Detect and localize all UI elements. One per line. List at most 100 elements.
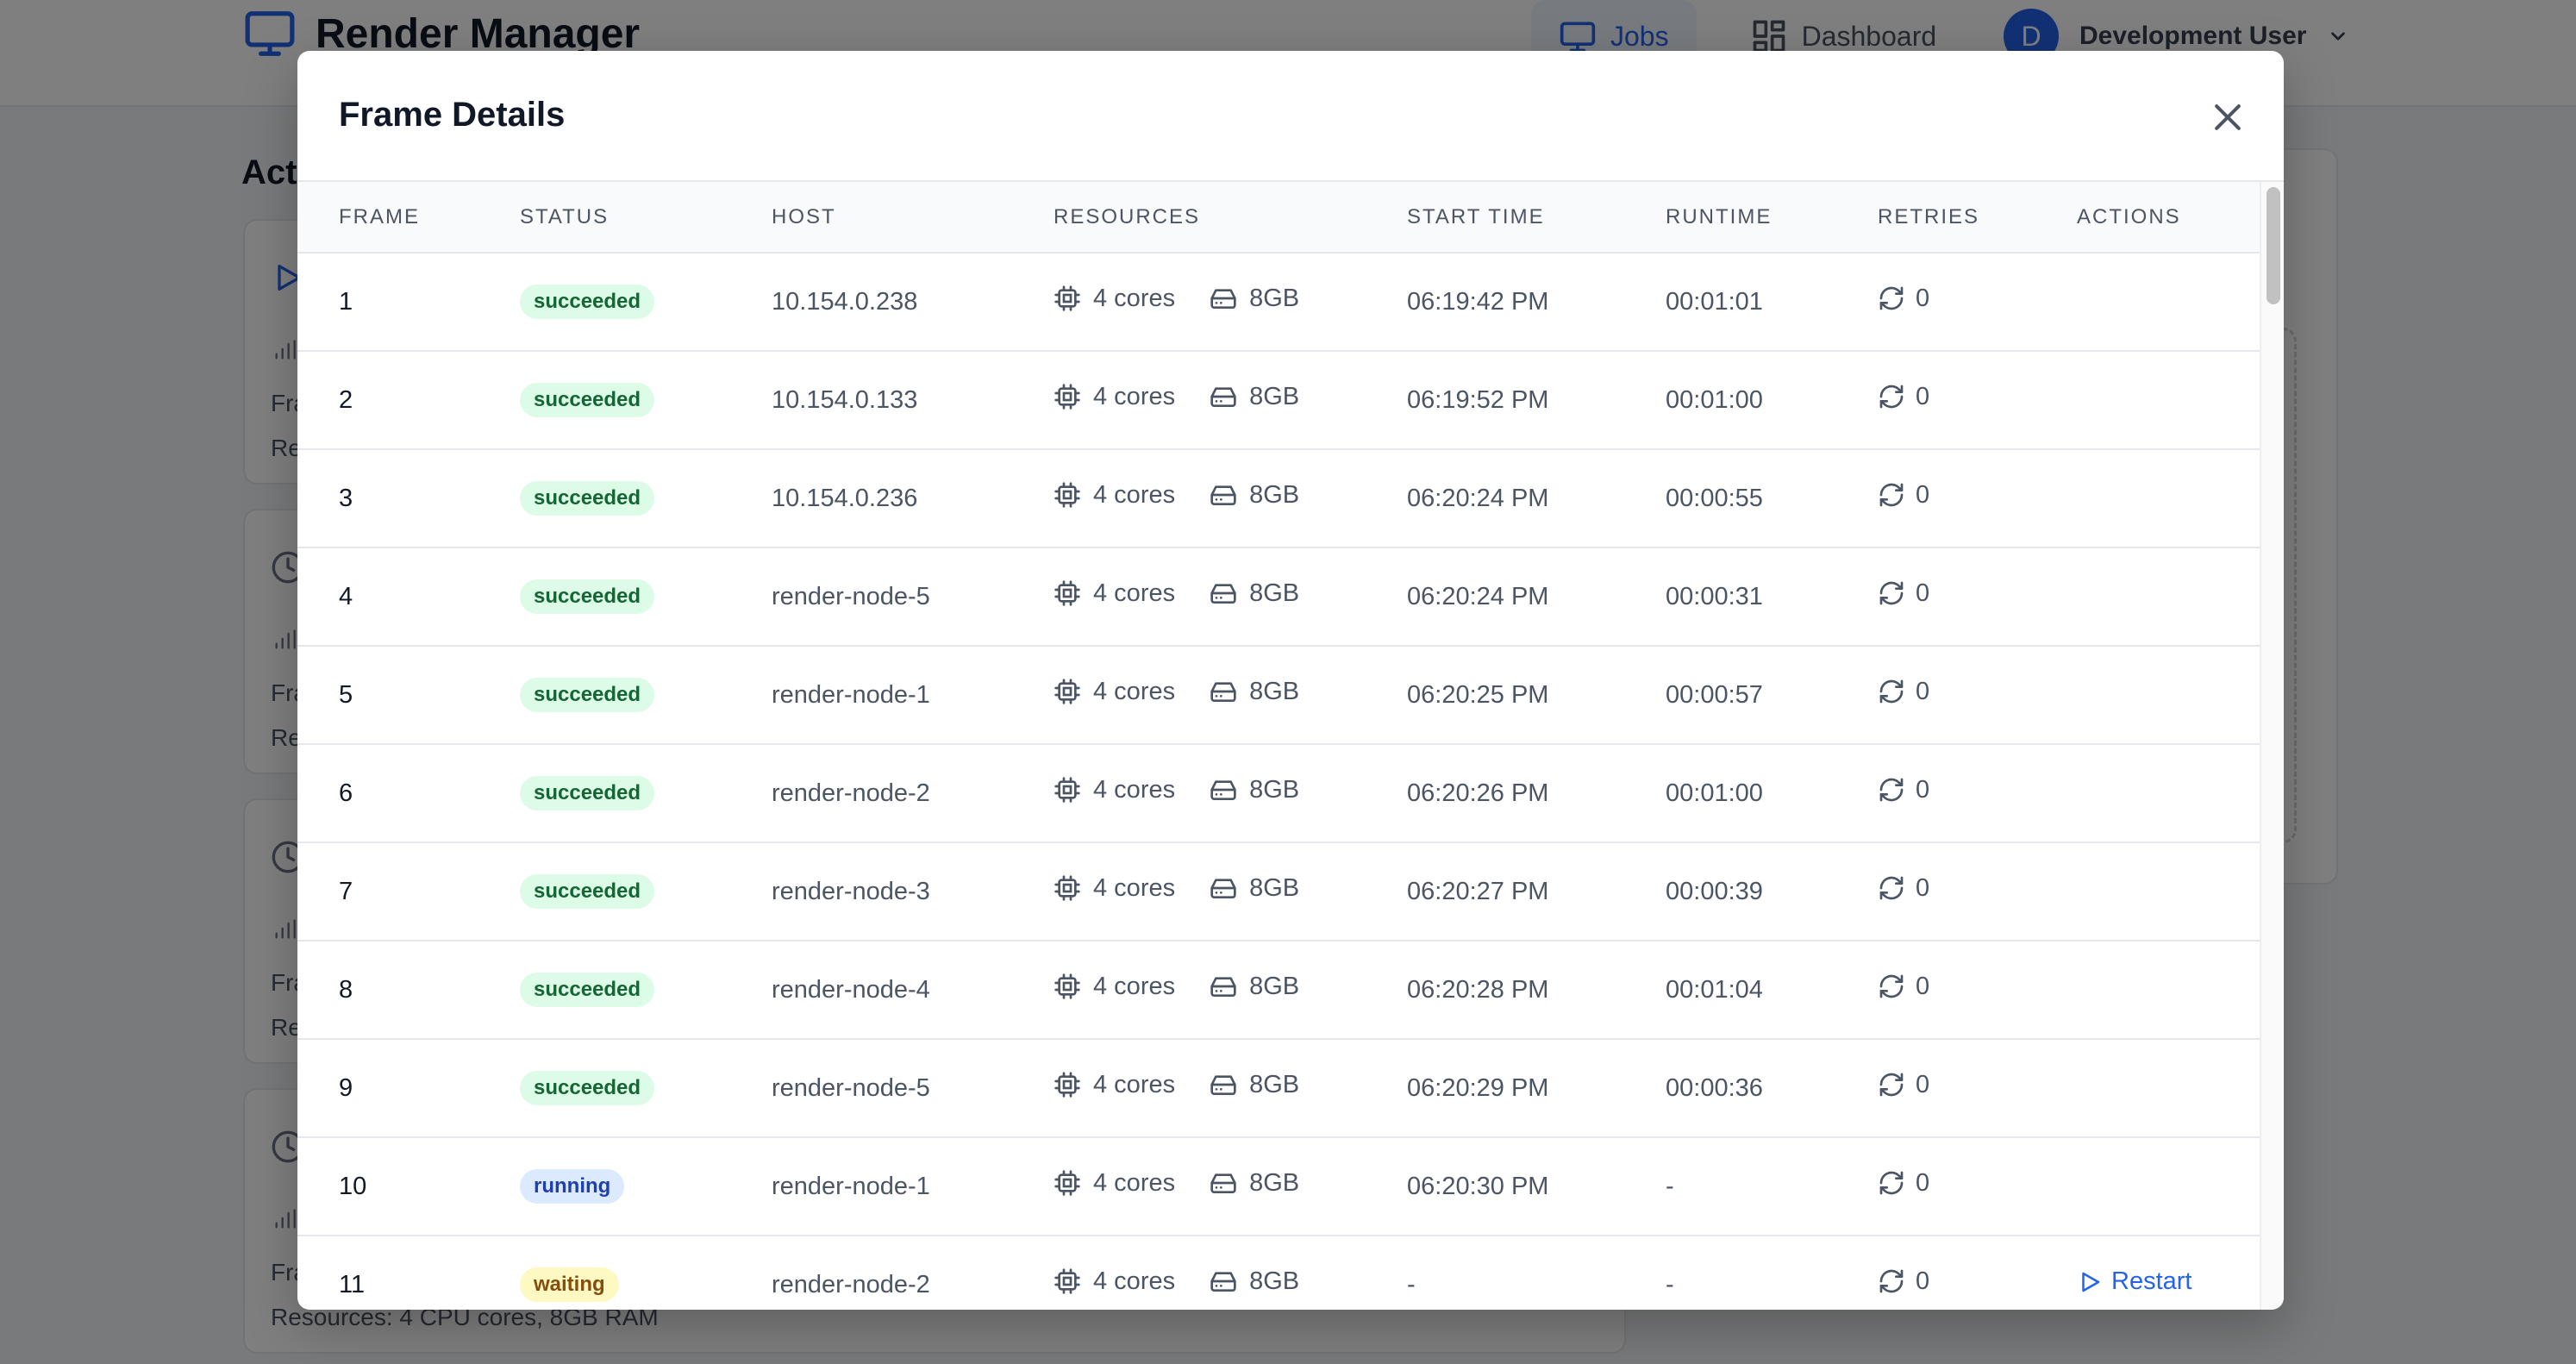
cpu-icon (1054, 384, 1080, 410)
retries: 0 (1878, 744, 2077, 842)
host: 10.154.0.133 (772, 385, 918, 414)
refresh-icon (1879, 385, 1904, 409)
status-badge: succeeded (520, 678, 655, 712)
start-time: 06:20:29 PM (1407, 1073, 1549, 1102)
close-button[interactable] (2204, 94, 2251, 141)
retry-count: 0 (1916, 480, 1930, 509)
column-header: HOST (772, 182, 1054, 253)
column-header: START TIME (1407, 182, 1666, 253)
cpu-cores: 4 cores (1093, 972, 1176, 1000)
status-badge: succeeded (520, 1071, 655, 1105)
retry-count: 0 (1916, 972, 1930, 1000)
retry-count: 0 (1916, 873, 1930, 902)
retry-count: 0 (1916, 382, 1930, 410)
status-cell: succeeded (520, 547, 772, 646)
status-badge: succeeded (520, 285, 655, 319)
start-time: 06:20:24 PM (1407, 484, 1549, 512)
status-cell: running (520, 1137, 772, 1236)
frame-details-modal: Frame Details FRAME STATUS HOST RESOURCE… (297, 51, 2284, 1310)
modal-header: Frame Details (297, 51, 2284, 182)
table-row: 11 waiting render-node-2 4 cores 8GB - -… (297, 1236, 2260, 1310)
actions-cell (2077, 941, 2260, 1039)
memory: 8GB (1249, 1070, 1300, 1098)
table-row: 5 succeeded render-node-1 4 cores 8GB 06… (297, 646, 2260, 744)
start-time: 06:20:26 PM (1407, 779, 1549, 807)
resources: 4 cores 8GB (1054, 941, 1407, 1039)
status-cell: succeeded (520, 351, 772, 449)
frame-number: 9 (339, 1073, 353, 1102)
memory: 8GB (1249, 1168, 1300, 1197)
start-time: 06:19:42 PM (1407, 287, 1549, 316)
memory: 8GB (1249, 579, 1300, 607)
retries: 0 (1878, 253, 2077, 351)
runtime: 00:00:39 (1666, 877, 1763, 905)
status-badge: succeeded (520, 481, 655, 516)
cpu-cores: 4 cores (1093, 1168, 1176, 1197)
hard-drive-icon (1210, 780, 1236, 801)
status-cell: succeeded (520, 253, 772, 351)
restart-button[interactable]: Restart (2077, 1267, 2191, 1296)
resources: 4 cores 8GB (1054, 842, 1407, 941)
actions-cell (2077, 842, 2260, 941)
frame-number: 1 (339, 287, 353, 316)
hard-drive-icon (1210, 879, 1236, 899)
memory: 8GB (1249, 873, 1300, 902)
close-icon (2215, 104, 2241, 130)
hard-drive-icon (1210, 485, 1236, 506)
memory: 8GB (1249, 284, 1300, 312)
frame-number: 10 (339, 1172, 367, 1200)
scrollbar-thumb[interactable] (2267, 187, 2280, 304)
refresh-icon (1879, 1269, 1904, 1293)
memory: 8GB (1249, 382, 1300, 410)
column-header: ACTIONS (2077, 182, 2260, 253)
resources: 4 cores 8GB (1054, 646, 1407, 744)
hard-drive-icon (1210, 1075, 1236, 1096)
cpu-cores: 4 cores (1093, 873, 1176, 902)
cpu-cores: 4 cores (1093, 1267, 1176, 1295)
resources: 4 cores 8GB (1054, 253, 1407, 351)
host: render-node-5 (772, 582, 930, 610)
actions-cell: Restart (2077, 1236, 2260, 1310)
status-badge: succeeded (520, 973, 655, 1007)
status-badge: waiting (520, 1267, 619, 1302)
status-badge: succeeded (520, 776, 655, 810)
host: render-node-1 (772, 1172, 930, 1200)
scrollbar[interactable] (2260, 182, 2284, 1310)
start-time: 06:20:30 PM (1407, 1172, 1549, 1200)
frame-number: 3 (339, 484, 353, 512)
play-icon (2082, 1272, 2100, 1292)
start-time: 06:20:27 PM (1407, 877, 1549, 905)
runtime: 00:01:00 (1666, 779, 1763, 807)
refresh-icon (1879, 1171, 1904, 1195)
actions-cell (2077, 449, 2260, 547)
start-time: 06:19:52 PM (1407, 385, 1549, 414)
table-row: 1 succeeded 10.154.0.238 4 cores 8GB 06:… (297, 253, 2260, 351)
table-row: 2 succeeded 10.154.0.133 4 cores 8GB 06:… (297, 351, 2260, 449)
actions-cell (2077, 547, 2260, 646)
refresh-icon (1879, 679, 1904, 704)
cpu-icon (1054, 1268, 1080, 1294)
cpu-icon (1054, 285, 1080, 311)
resources: 4 cores 8GB (1054, 1137, 1407, 1236)
actions-cell (2077, 351, 2260, 449)
refresh-icon (1879, 778, 1904, 802)
retries: 0 (1878, 941, 2077, 1039)
actions-cell (2077, 646, 2260, 744)
retries: 0 (1878, 646, 2077, 744)
retry-count: 0 (1916, 1070, 1930, 1098)
runtime: - (1666, 1172, 1674, 1200)
frames-table-container[interactable]: FRAME STATUS HOST RESOURCES START TIME R… (297, 182, 2260, 1310)
cpu-cores: 4 cores (1093, 775, 1176, 804)
hard-drive-icon (1210, 1272, 1236, 1292)
frame-number: 8 (339, 975, 353, 1004)
start-time: 06:20:28 PM (1407, 975, 1549, 1004)
retry-count: 0 (1916, 1168, 1930, 1197)
frame-number: 6 (339, 779, 353, 807)
retry-count: 0 (1916, 677, 1930, 705)
frame-number: 4 (339, 582, 353, 610)
start-time: 06:20:25 PM (1407, 680, 1549, 709)
hard-drive-icon (1210, 1173, 1236, 1194)
host: render-node-4 (772, 975, 930, 1004)
cpu-icon (1054, 777, 1080, 803)
modal-title: Frame Details (339, 96, 566, 134)
